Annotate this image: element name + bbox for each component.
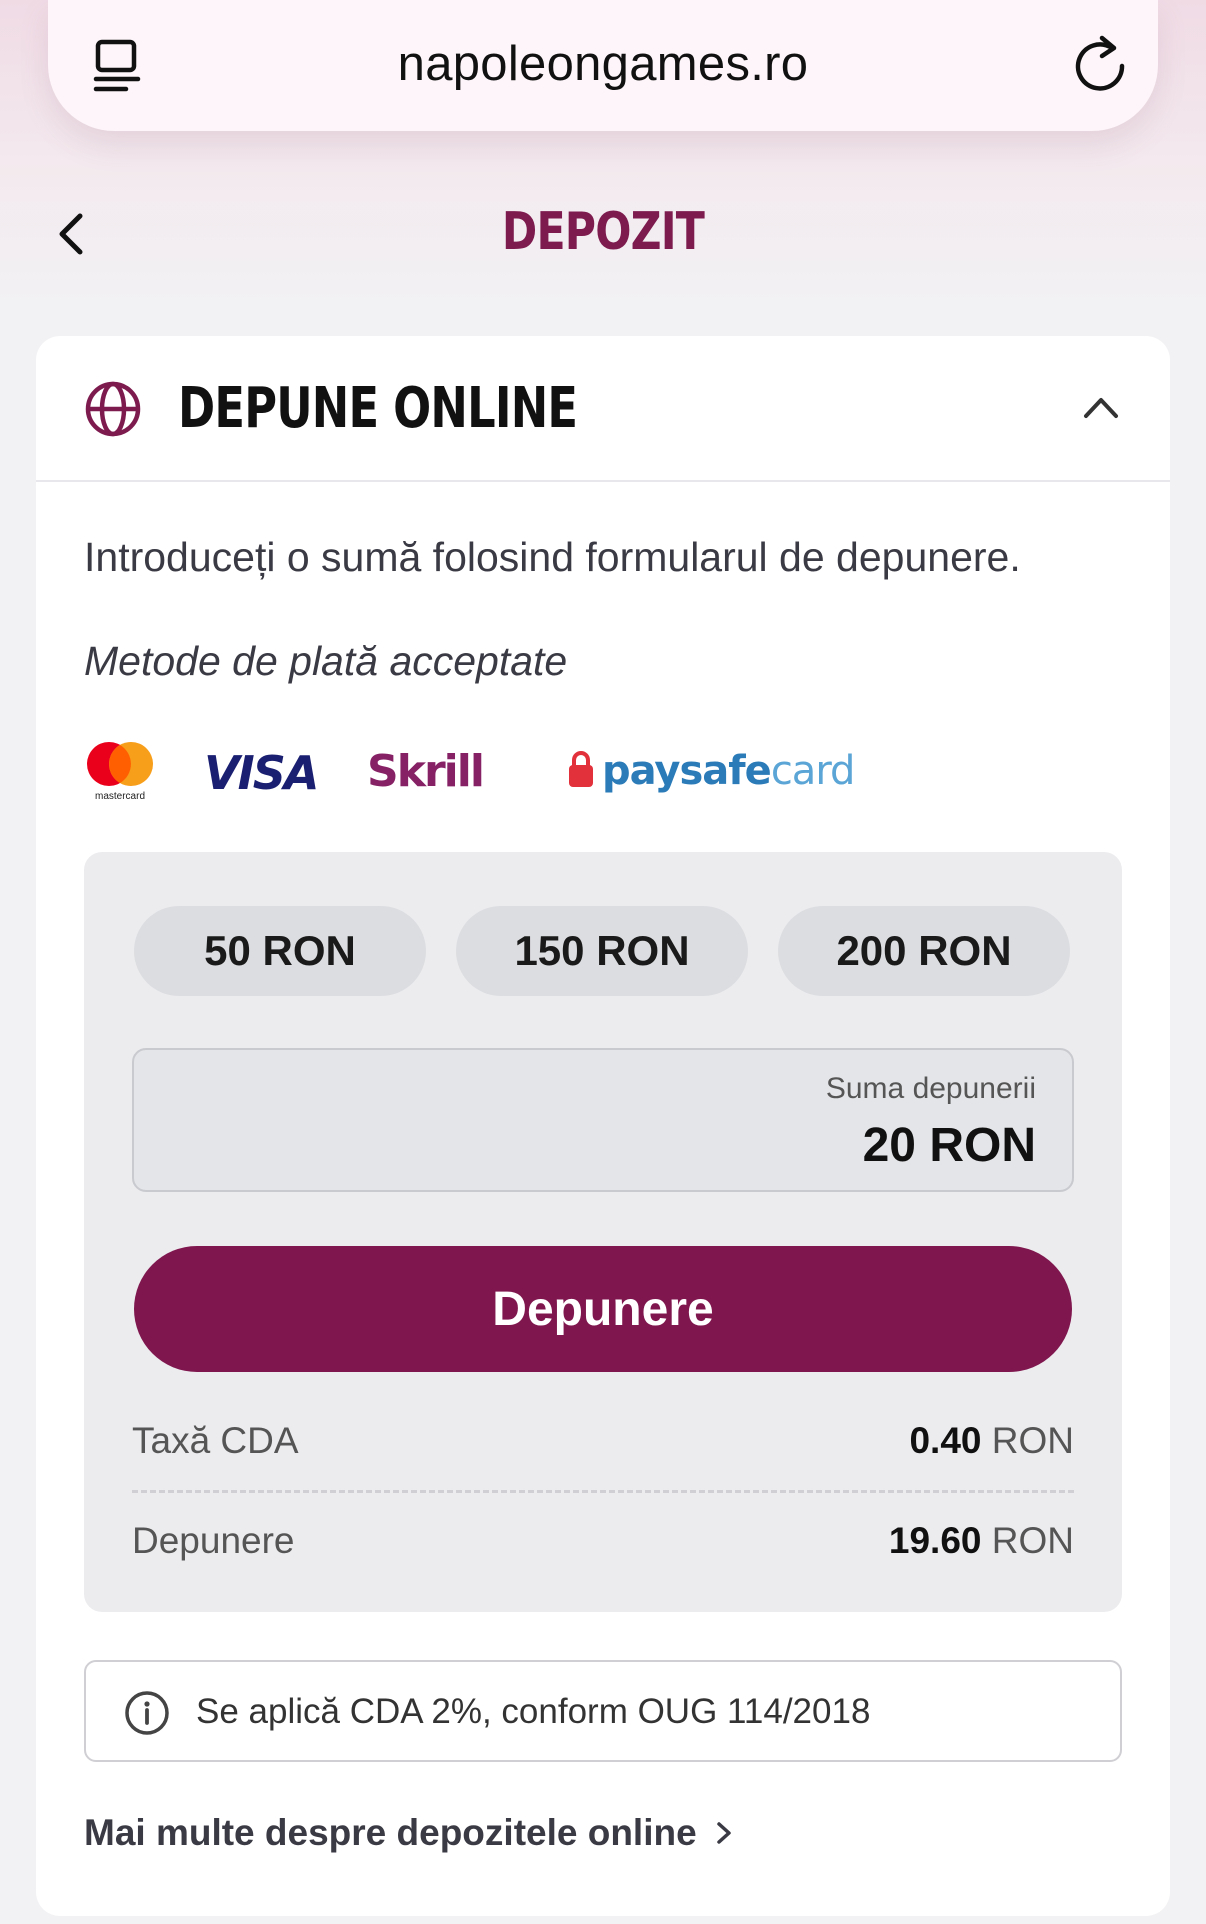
net-label: Depunere xyxy=(132,1520,295,1561)
chevron-left-icon xyxy=(59,213,83,255)
chevron-up-icon[interactable] xyxy=(1082,388,1120,426)
url-text[interactable]: napoleongames.ro xyxy=(48,36,1158,92)
back-button[interactable] xyxy=(52,210,88,258)
more-info-label[interactable]: Mai multe despre depozitele online xyxy=(84,1812,697,1854)
section-title: DEPUNE ONLINE xyxy=(178,376,578,441)
net-value: 19.60 xyxy=(888,1520,982,1561)
paysafecard-logo: paysafecard xyxy=(568,742,855,802)
fee-value: 0.40 xyxy=(909,1420,982,1461)
section-header[interactable]: DEPUNE ONLINE xyxy=(36,336,1170,482)
mastercard-logo: mastercard xyxy=(84,740,158,802)
deposit-online-card: DEPUNE ONLINE Introduceți o sumă folosin… xyxy=(36,336,1170,1916)
more-info-link[interactable]: Mai multe despre depozitele online xyxy=(84,1812,737,1854)
divider xyxy=(132,1490,1074,1493)
quick-amount-150[interactable]: 150 RON xyxy=(456,906,748,996)
payment-methods-label: Metode de plată acceptate xyxy=(84,638,568,684)
fee-currency: RON xyxy=(991,1420,1074,1461)
fee-row: Taxă CDA 0.40 RON xyxy=(132,1420,1074,1472)
page-title: DEPOZIT xyxy=(501,202,705,262)
page: napoleongames.ro DEPOZIT DEPUNE ONLINE I… xyxy=(0,0,1206,1924)
chevron-right-icon xyxy=(716,1822,731,1844)
deposit-form: 50 RON 150 RON 200 RON Suma depunerii 20… xyxy=(84,852,1122,1612)
info-icon xyxy=(125,1691,169,1735)
amount-value[interactable]: 20 RON xyxy=(863,1118,1036,1173)
net-row: Depunere 19.60 RON xyxy=(132,1520,1074,1572)
net-currency: RON xyxy=(991,1520,1074,1561)
reload-icon[interactable] xyxy=(1072,34,1128,94)
amount-label: Suma depunerii xyxy=(825,1072,1036,1105)
quick-amount-50[interactable]: 50 RON xyxy=(134,906,426,996)
svg-text:mastercard: mastercard xyxy=(95,791,145,802)
cda-info-note: Se aplică CDA 2%, conform OUG 114/2018 xyxy=(84,1660,1122,1762)
payment-logos: mastercard VISA Skrill paysafecard xyxy=(84,736,855,806)
net-amount: 19.60 RON xyxy=(889,1520,1074,1562)
skrill-logo: Skrill xyxy=(367,746,485,797)
padlock-icon xyxy=(569,751,593,787)
visa-logo: VISA xyxy=(204,746,319,800)
fee-amount: 0.40 RON xyxy=(909,1420,1074,1462)
globe-icon xyxy=(85,381,141,437)
quick-amount-200[interactable]: 200 RON xyxy=(778,906,1070,996)
card-text: card xyxy=(770,748,856,794)
fee-label: Taxă CDA xyxy=(132,1420,299,1461)
paysafe-text: paysafe xyxy=(602,748,772,794)
deposit-submit-button[interactable]: Depunere xyxy=(134,1246,1072,1372)
browser-url-bar[interactable]: napoleongames.ro xyxy=(48,0,1158,131)
deposit-amount-input[interactable]: Suma depunerii 20 RON xyxy=(132,1048,1074,1192)
note-text: Se aplică CDA 2%, conform OUG 114/2018 xyxy=(196,1692,871,1731)
intro-text: Introduceți o sumă folosind formularul d… xyxy=(84,534,1021,580)
